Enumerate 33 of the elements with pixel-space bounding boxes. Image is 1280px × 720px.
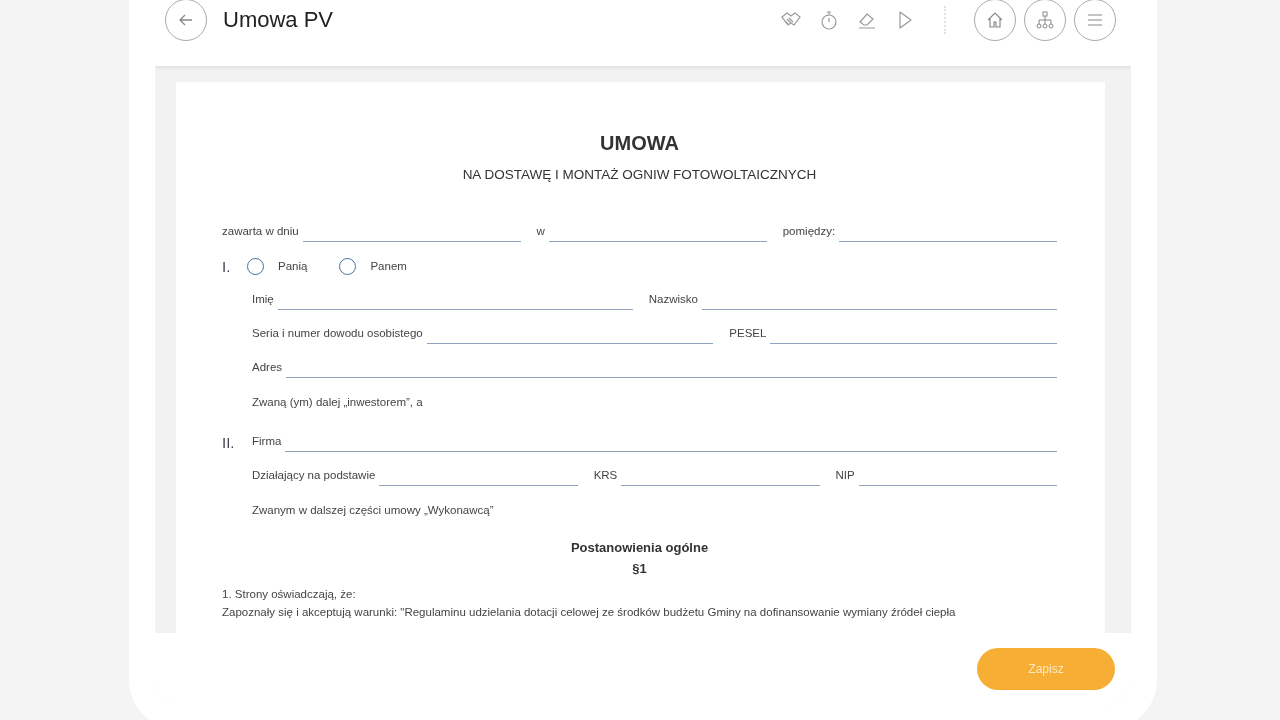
radio-label: Panią bbox=[278, 260, 308, 272]
field-label: pomiędzy: bbox=[782, 225, 836, 239]
field-label: Imię bbox=[252, 293, 274, 307]
paragraph-text: 1. Strony oświadczają, że: bbox=[222, 588, 357, 600]
field-label: zawarta w dniu bbox=[222, 225, 299, 239]
section-heading: Postanowienia ogólne bbox=[569, 540, 710, 555]
document-subtitle: NA DOSTAWĘ I MONTAŻ OGNIW FOTOWOLTAICZNYCH bbox=[461, 167, 818, 182]
form-text: Zwanym w dalszej części umowy „Wykonawcą” bbox=[252, 503, 495, 518]
sitemap-button[interactable] bbox=[1024, 0, 1066, 41]
stopwatch-icon[interactable] bbox=[818, 9, 840, 31]
save-button[interactable]: Zapisz bbox=[977, 648, 1115, 690]
field-label: PESEL bbox=[729, 327, 767, 341]
field-label: NIP bbox=[835, 469, 855, 483]
paragraph-text: Zapoznały się i akceptują warunki: "Regulaminu udzielania dotacji celowej ze środków budżetu Gminy na dofinansowanie wymiany źródeł ciepła bbox=[222, 606, 957, 618]
section-number: I. bbox=[222, 257, 232, 275]
field-label: Nazwisko bbox=[648, 293, 698, 307]
field-label: Adres bbox=[252, 361, 283, 375]
home-icon bbox=[985, 10, 1005, 30]
sitemap-icon bbox=[1035, 10, 1055, 30]
form-text: Zwaną (ym) dalej „inwestorem”, a bbox=[252, 395, 424, 410]
home-button[interactable] bbox=[974, 0, 1016, 41]
menu-button[interactable] bbox=[1074, 0, 1116, 41]
section-heading: §1 bbox=[631, 561, 648, 576]
document-title: UMOWA bbox=[599, 132, 680, 155]
field-label: Firma bbox=[252, 435, 282, 449]
field-label: Działający na podstawie bbox=[252, 469, 376, 483]
back-button[interactable] bbox=[165, 0, 207, 41]
field-label: w bbox=[536, 225, 545, 239]
radio-label: Panem bbox=[370, 260, 407, 272]
field-label: Seria i numer dowodu osobistego bbox=[252, 327, 423, 341]
page-title: Umowa PV bbox=[223, 7, 334, 33]
section-number: II. bbox=[222, 433, 236, 451]
field-label: KRS bbox=[593, 469, 618, 483]
